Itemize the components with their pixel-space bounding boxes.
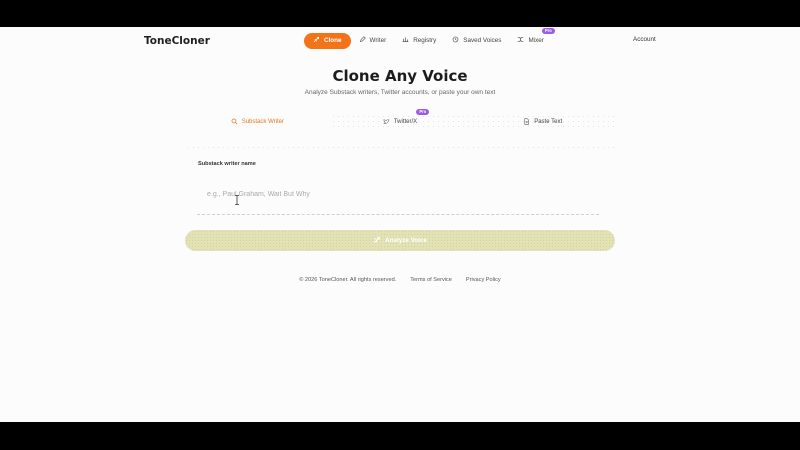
nav-item-label: Writer xyxy=(369,37,387,44)
page: ToneCloner Clone Writer Registry Saved V… xyxy=(0,27,800,422)
text-cursor-icon xyxy=(235,195,239,205)
pen-icon xyxy=(359,36,366,45)
divider xyxy=(186,145,614,150)
privacy-link[interactable]: Privacy Policy xyxy=(464,277,503,283)
tab-substack-writer[interactable]: Substack Writer xyxy=(186,114,329,130)
tab-twitter-x[interactable]: Twitter/X Pro xyxy=(329,109,472,130)
document-icon xyxy=(523,117,530,127)
nav-item-label: Saved Voices xyxy=(463,37,502,44)
nav-item-label: Registry xyxy=(413,37,437,44)
page-subtitle: Analyze Substack writers, Twitter accoun… xyxy=(304,89,496,96)
nav-item-label: Mixer xyxy=(528,37,544,44)
nav-item-saved-voices[interactable]: Saved Voices xyxy=(444,33,509,49)
nav-item-clone[interactable]: Clone xyxy=(304,32,351,49)
history-icon xyxy=(452,36,459,45)
twitter-icon xyxy=(383,118,390,127)
copyright-text: © 2026 ToneCloner. All rights reserved. xyxy=(299,277,397,283)
main-nav: Clone Writer Registry Saved Voices Mixer… xyxy=(304,27,555,49)
pro-badge: Pro xyxy=(416,109,430,116)
nav-item-writer[interactable]: Writer xyxy=(351,33,395,49)
input-container xyxy=(197,177,599,215)
source-tabs: Substack Writer Twitter/X Pro Paste Text xyxy=(186,109,614,130)
writer-name-input[interactable] xyxy=(207,187,587,201)
button-label: Analyze Voice xyxy=(385,237,427,244)
analyze-voice-button[interactable]: Analyze Voice xyxy=(185,230,615,251)
nav-item-label: Clone xyxy=(324,37,342,44)
wand-icon xyxy=(373,236,381,246)
brand-logo[interactable]: ToneCloner xyxy=(144,35,210,47)
account-link[interactable]: Account xyxy=(633,36,656,43)
top-nav-bar: ToneCloner Clone Writer Registry Saved V… xyxy=(0,27,800,55)
nav-item-mixer[interactable]: Mixer Pro xyxy=(509,27,555,49)
tab-label: Paste Text xyxy=(534,119,563,125)
shuffle-icon xyxy=(517,36,524,45)
tab-label: Twitter/X xyxy=(393,119,418,125)
field-label: Substack writer name xyxy=(198,161,256,167)
footer: © 2026 ToneCloner. All rights reserved. … xyxy=(0,277,800,283)
page-title: Clone Any Voice xyxy=(332,67,468,85)
tab-label: Substack Writer xyxy=(241,119,284,125)
search-icon xyxy=(231,118,238,127)
pro-badge: Pro xyxy=(541,27,555,34)
clone-icon xyxy=(313,36,320,45)
nav-item-registry[interactable]: Registry xyxy=(394,33,444,49)
tab-paste-text[interactable]: Paste Text xyxy=(471,114,614,130)
registry-icon xyxy=(402,36,409,45)
terms-link[interactable]: Terms of Service xyxy=(408,277,454,283)
